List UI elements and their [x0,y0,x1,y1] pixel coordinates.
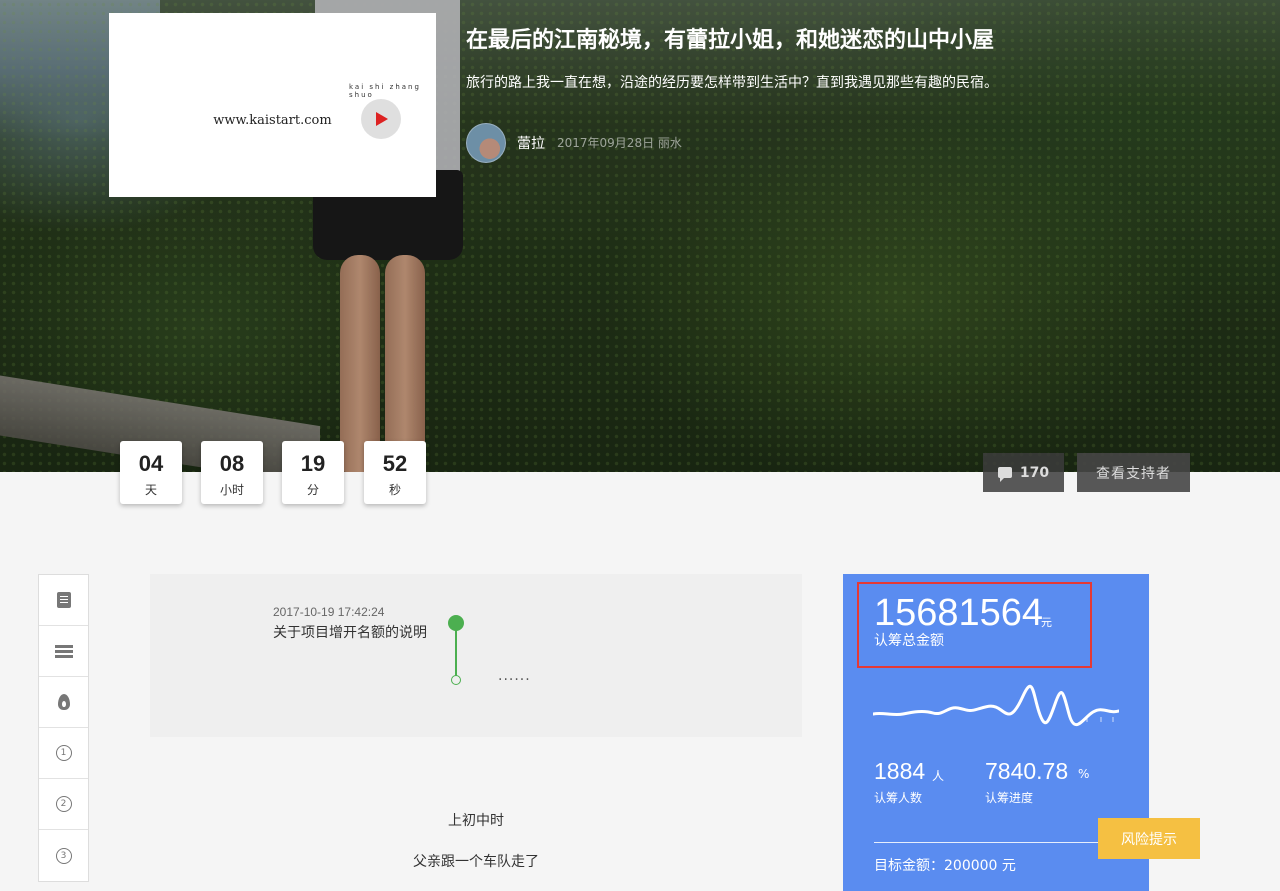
timeline-dot[interactable] [451,675,461,685]
backer-count-unit: 人 [932,769,945,783]
circled-number-icon: 2 [55,796,72,812]
document-icon [56,592,71,608]
backer-count-label: 认筹人数 [874,791,923,805]
trend-sparkline [873,685,1119,727]
total-amount: 15681564 [874,592,1044,634]
comment-count: 170 [1019,464,1050,481]
countdown-minutes: 19 分 [282,441,344,504]
sidenav-item-list[interactable] [39,626,88,677]
author-avatar[interactable] [466,123,506,163]
countdown-unit: 分 [306,483,319,497]
countdown-value: 04 [138,451,164,476]
sidenav-item-2[interactable]: 2 [39,779,88,830]
countdown-value: 52 [382,451,408,476]
video-logo-pinyin: kai shi zhang shuo [349,83,421,99]
play-icon[interactable] [361,99,401,139]
page-subtitle: 旅行的路上我一直在想，沿途的经历要怎样带到生活中？直到我遇见那些有趣的民宿。 [466,75,998,91]
goal-amount: 目标金额：200000 元 [874,858,1016,874]
comments-button[interactable]: 170 [983,453,1064,492]
total-amount-label: 认筹总金额 [874,633,944,649]
timeline-timestamp: 2017-10-19 17:42:24 [273,605,385,619]
page-title: 在最后的江南秘境，有蕾拉小姐，和她迷恋的山中小屋 [466,28,995,53]
circled-number-icon: 1 [55,745,72,761]
sidenav-item-details[interactable] [39,575,88,626]
sidenav-item-hot[interactable] [39,677,88,728]
divider [874,842,1104,843]
timeline-line [455,629,457,677]
sidenav-item-3[interactable]: 3 [39,830,88,881]
total-amount-unit: 元 [1041,616,1052,629]
funding-progress-unit: % [1078,767,1090,781]
author-meta: 2017年09月28日 丽水 [557,136,682,150]
countdown-seconds: 52 秒 [364,441,426,504]
funding-progress-label: 认筹进度 [985,791,1034,805]
countdown-unit: 天 [144,483,157,497]
side-nav: 1 2 3 [38,574,89,882]
story-paragraph: 父亲跟一个车队走了 [413,854,539,870]
video-player[interactable]: kai shi zhang shuo www.kaistart.com [109,13,436,197]
comment-icon [997,467,1012,482]
countdown-unit: 小时 [219,483,244,497]
countdown-value: 08 [219,451,245,476]
author-name[interactable]: 蕾拉 [517,133,545,153]
funding-progress: 7840.78 [985,758,1069,784]
countdown-unit: 秒 [388,483,401,497]
risk-warning-button[interactable]: 风险提示 [1098,818,1200,859]
fire-icon [57,694,70,710]
countdown-hours: 08 小时 [201,441,263,504]
timeline-event-link[interactable]: 关于项目增开名额的说明 [273,623,433,643]
timeline-more[interactable]: ...... [498,668,531,684]
story-paragraph: 上初中时 [448,813,504,829]
list-icon [54,644,73,658]
backer-count: 1884 [874,758,926,784]
countdown-value: 19 [300,451,326,476]
view-supporters-button[interactable]: 查看支持者 [1077,453,1190,492]
countdown-days: 04 天 [120,441,182,504]
update-timeline: 2017-10-19 17:42:24 关于项目增开名额的说明 ...... [150,574,802,737]
sidenav-item-1[interactable]: 1 [39,728,88,779]
circled-number-icon: 3 [55,847,72,864]
